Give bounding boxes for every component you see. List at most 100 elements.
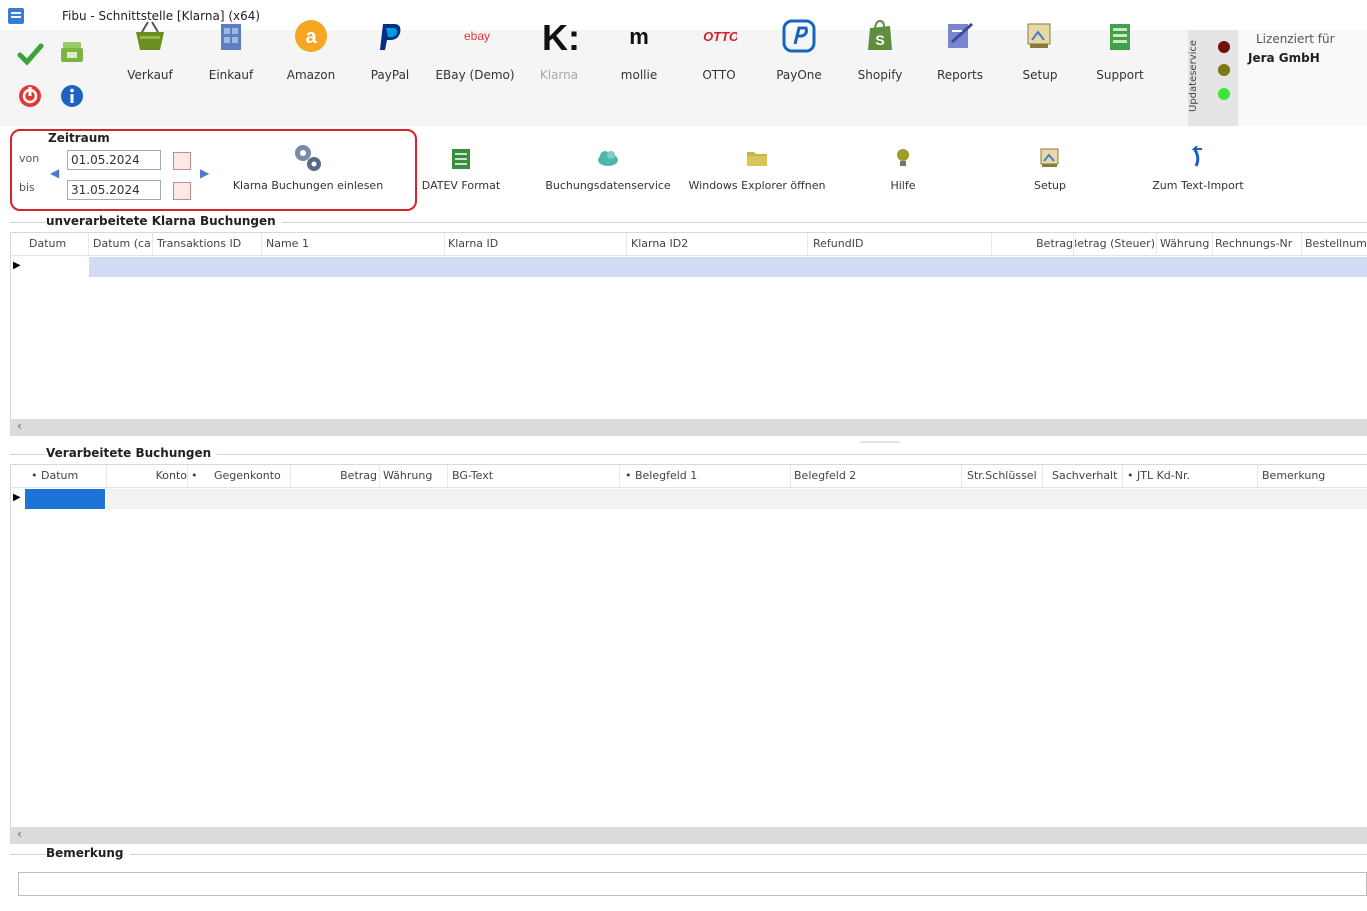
col-str-schluessel[interactable]: Str.Schlüssel [967,469,1043,482]
col-separator [961,465,962,487]
unprocessed-grid[interactable]: Datum Datum (ca Transaktions ID Name 1 K… [10,232,1367,436]
support-button[interactable]: Support [1082,12,1158,92]
von-date-input[interactable]: 01.05.2024 [67,150,161,170]
ebay-icon: ebay [457,18,493,54]
einkauf-label: Einkauf [208,68,254,82]
processed-grid[interactable]: • Datum Konto • Gegenkonto Betrag Währun… [10,464,1367,844]
bemerkung-input[interactable] [18,872,1367,896]
scroll-left-icon[interactable]: ‹ [17,827,22,841]
col-betrag-steuer[interactable]: Betrag (Steuer) [1075,237,1155,250]
col-waehrung[interactable]: Währung [383,469,443,482]
verkauf-button[interactable]: Verkauf [112,12,188,92]
col-datum[interactable]: Datum [29,237,89,250]
datev-format-button[interactable]: DATEV Format [414,142,508,202]
ebay-label: EBay (Demo) [435,68,515,82]
col-separator [379,465,380,487]
col-rechnungs-nr[interactable]: Rechnungs-Nr [1215,237,1301,250]
horizontal-scrollbar[interactable] [11,419,1367,435]
col-belegfeld-1[interactable]: • Belegfeld 1 [625,469,775,482]
paypal-button[interactable]: PayPal [352,12,428,92]
splitter-handle[interactable] [860,441,900,443]
mollie-icon: m [621,18,657,54]
amazon-logo-text: a [305,26,317,48]
klarna-logo-text: K: [542,17,577,56]
windows-explorer-button[interactable]: Windows Explorer öffnen [684,142,830,202]
col-waehrung[interactable]: Währung [1160,237,1212,250]
klarna-buchungen-einlesen-button[interactable]: Klarna Buchungen einlesen [228,142,388,202]
col-separator [261,233,262,255]
col-name-1[interactable]: Name 1 [266,237,416,250]
app-icon[interactable] [8,8,24,24]
ebay-button[interactable]: ebay EBay (Demo) [432,12,518,92]
col-bg-text[interactable]: BG-Text [452,469,602,482]
hilfe-button[interactable]: Hilfe [873,142,933,202]
payone-icon [781,18,817,54]
checkmark-icon[interactable] [16,40,44,68]
col-klarna-id[interactable]: Klarna ID [448,237,598,250]
reports-button[interactable]: Reports [922,12,998,92]
col-refund-id[interactable]: RefundID [813,237,963,250]
table-row[interactable] [107,489,1367,509]
col-separator [790,465,791,487]
gears-icon [292,142,324,174]
reports-icon [942,18,978,54]
klarna-icon: K: [541,17,577,56]
col-separator [1122,465,1123,487]
mollie-label: mollie [620,68,658,82]
unprocessed-title: unverarbeitete Klarna Buchungen [46,214,282,228]
buchungsdatenservice-button[interactable]: Buchungsdatenservice [543,142,673,202]
amazon-label: Amazon [286,68,336,82]
col-datum[interactable]: • Datum [31,469,107,482]
col-konto[interactable]: Konto [131,469,187,482]
col-bemerkung[interactable]: Bemerkung [1262,469,1362,482]
col-separator [991,233,992,255]
col-datum-ca[interactable]: Datum (ca [93,237,153,250]
bis-date-input[interactable]: 31.05.2024 [67,180,161,200]
info-icon[interactable] [58,82,86,110]
svg-text:S: S [875,32,884,48]
next-period-arrow-icon[interactable]: ▶ [200,166,209,180]
otto-logo-text: OTTO [703,29,737,44]
klarna-label: Klarna [539,68,579,82]
setup-toolbar-button[interactable]: Setup [1020,142,1080,202]
register-icon[interactable] [58,38,86,66]
horizontal-scrollbar[interactable] [11,827,1367,843]
col-betrag[interactable]: Betrag [327,469,377,482]
klarna-buchungen-einlesen-label: Klarna Buchungen einlesen [232,179,384,192]
bemerkung-title: Bemerkung [46,846,130,860]
status-led-green [1218,88,1230,100]
col-separator [106,465,107,487]
zum-text-import-button[interactable]: Zum Text-Import [1146,142,1250,202]
folder-icon [745,146,769,170]
previous-period-arrow-icon[interactable]: ◀ [50,166,59,180]
col-bestellnummer[interactable]: Bestellnum [1305,237,1367,250]
col-belegfeld-2[interactable]: Belegfeld 2 [794,469,944,482]
power-off-icon[interactable] [16,82,44,110]
col-separator [1073,233,1074,255]
col-sachverhalt[interactable]: Sachverhalt [1052,469,1124,482]
scroll-left-icon[interactable]: ‹ [17,419,22,433]
otto-button[interactable]: OTTO OTTO [681,12,757,92]
processed-header: • Datum Konto • Gegenkonto Betrag Währun… [11,465,1367,488]
payone-button[interactable]: PayOne [761,12,837,92]
col-transaktions-id[interactable]: Transaktions ID [157,237,257,250]
mollie-logo-text: m [629,24,649,49]
selected-cell[interactable] [25,489,105,509]
col-klarna-id2[interactable]: Klarna ID2 [631,237,781,250]
mollie-button[interactable]: m mollie [601,12,677,92]
amazon-button[interactable]: a Amazon [273,12,349,92]
zeitraum-title: Zeitraum [46,131,112,145]
einkauf-button[interactable]: Einkauf [193,12,269,92]
klarna-button[interactable]: K: Klarna [521,12,597,92]
shopify-button[interactable]: S Shopify [842,12,918,92]
support-label: Support [1096,68,1144,82]
bis-calendar-icon[interactable] [173,182,191,200]
col-gegenkonto[interactable]: Gegenkonto [214,469,290,482]
table-row[interactable] [89,257,1367,277]
setup-button[interactable]: Setup [1002,12,1078,92]
col-separator [447,465,448,487]
von-calendar-icon[interactable] [173,152,191,170]
shopify-label: Shopify [857,68,903,82]
col-jtl-kd-nr[interactable]: • JTL Kd-Nr. [1127,469,1217,482]
col-betrag[interactable]: Betrag [1029,237,1073,250]
